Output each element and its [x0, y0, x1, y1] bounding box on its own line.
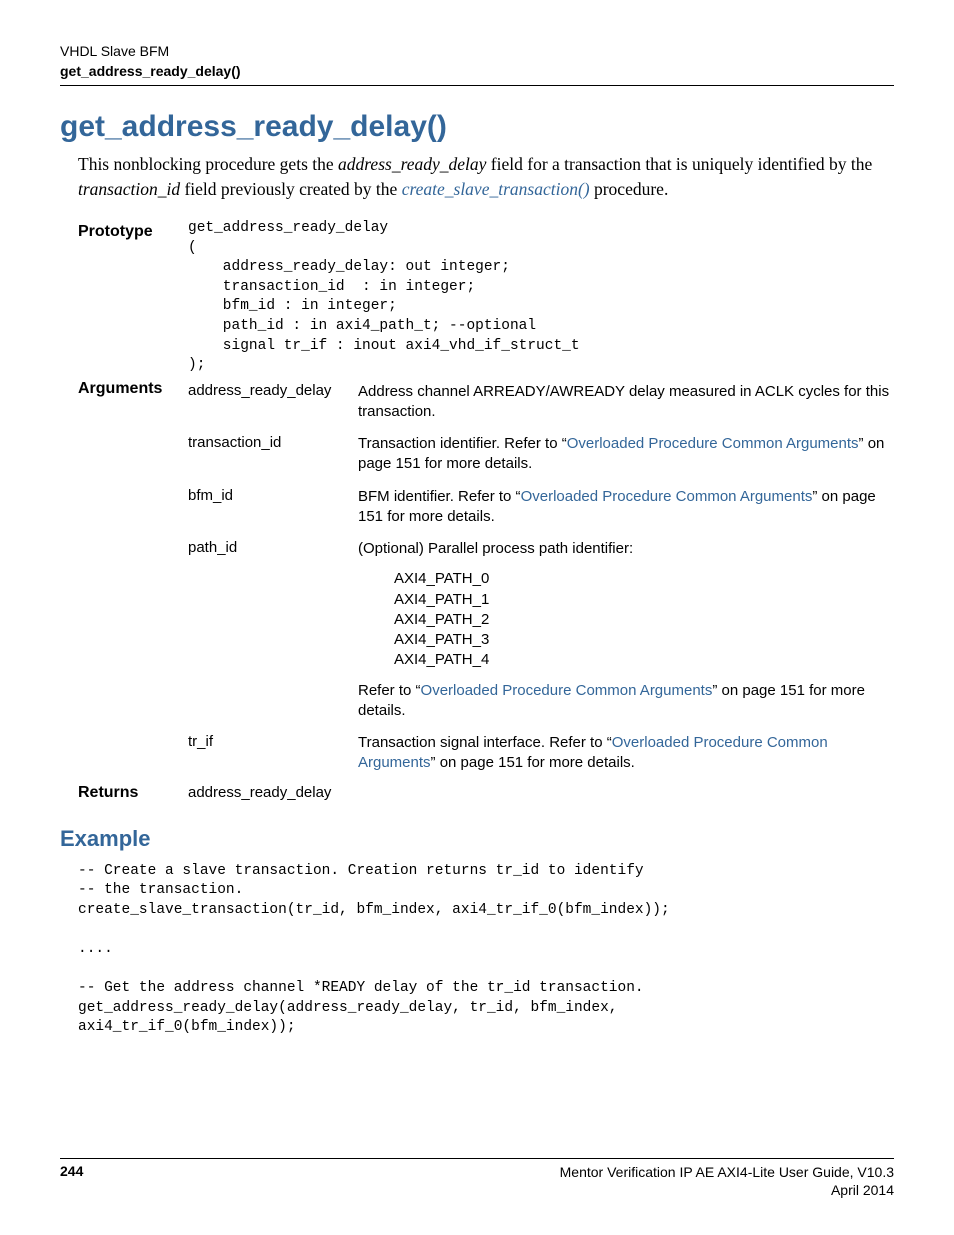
- header-rule: [60, 85, 894, 86]
- label-prototype: Prototype: [78, 219, 188, 376]
- example-heading: Example: [60, 826, 894, 852]
- page-footer: 244 Mentor Verification IP AE AXI4-Lite …: [60, 1150, 894, 1199]
- intro-paragraph: This nonblocking procedure gets the addr…: [78, 152, 894, 201]
- footer-rule: [60, 1158, 894, 1159]
- label-arguments: Arguments: [78, 376, 188, 429]
- arg-desc: Transaction identifier. Refer to “Overlo…: [358, 428, 894, 481]
- prototype-code: get_address_ready_delay ( address_ready_…: [188, 219, 894, 376]
- arg-desc: (Optional) Parallel process path identif…: [358, 533, 894, 727]
- arg-name: path_id: [188, 533, 358, 727]
- footer-date: April 2014: [560, 1181, 894, 1199]
- link-overloaded-args[interactable]: Overloaded Procedure Common Arguments: [521, 488, 813, 505]
- link-overloaded-args[interactable]: Overloaded Procedure Common Arguments: [421, 682, 713, 699]
- arg-name: bfm_id: [188, 481, 358, 534]
- arg-name: transaction_id: [188, 428, 358, 481]
- arg-name: tr_if: [188, 727, 358, 780]
- arg-desc: Address channel ARREADY/AWREADY delay me…: [358, 376, 894, 429]
- page-title: get_address_ready_delay(): [60, 110, 894, 144]
- page-number: 244: [60, 1163, 83, 1199]
- definition-table: Prototype get_address_ready_delay ( addr…: [78, 219, 894, 802]
- label-returns: Returns: [78, 780, 188, 802]
- arg-name: address_ready_delay: [188, 376, 358, 429]
- arg-desc: Transaction signal interface. Refer to “…: [358, 727, 894, 780]
- link-create-slave-transaction[interactable]: create_slave_transaction(): [402, 179, 590, 199]
- arg-desc: BFM identifier. Refer to “Overloaded Pro…: [358, 481, 894, 534]
- header-section: get_address_ready_delay(): [60, 62, 894, 82]
- link-overloaded-args[interactable]: Overloaded Procedure Common Arguments: [567, 435, 859, 452]
- example-code-block: -- Create a slave transaction. Creation …: [78, 862, 894, 1038]
- running-header: VHDL Slave BFM get_address_ready_delay(): [60, 42, 894, 81]
- returns-value: address_ready_delay: [188, 780, 894, 802]
- footer-guide: Mentor Verification IP AE AXI4-Lite User…: [560, 1163, 894, 1181]
- path-id-values: AXI4_PATH_0 AXI4_PATH_1 AXI4_PATH_2 AXI4…: [394, 569, 894, 670]
- header-chapter: VHDL Slave BFM: [60, 42, 894, 62]
